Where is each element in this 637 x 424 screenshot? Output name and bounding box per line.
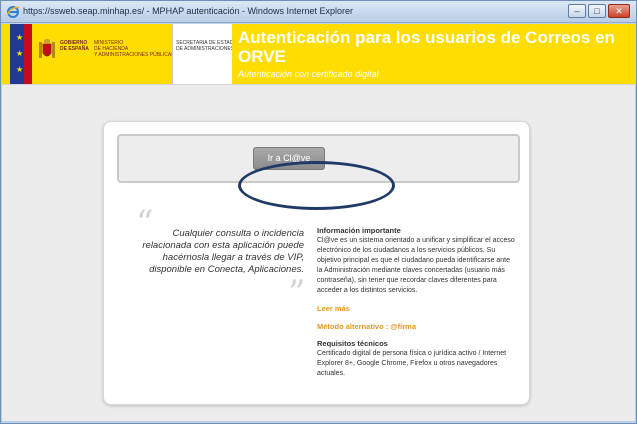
secretaria-label: SECRETARÍA DE ESTADO DE ADMINISTRACIONES xyxy=(176,40,232,52)
support-quote: Cualquier consulta o incidencia relacion… xyxy=(142,228,304,275)
minimize-button[interactable]: – xyxy=(568,4,586,18)
info-body: Cl@ve es un sistema orientado a unificar… xyxy=(317,237,515,294)
title-bar[interactable]: https://ssweb.seap.minhap.es/ - MPHAP au… xyxy=(1,1,636,23)
spain-flag-bar xyxy=(24,24,32,84)
page-title: Autenticación para los usuarios de Corre… xyxy=(238,28,615,66)
internet-explorer-icon xyxy=(6,6,20,18)
requirements-body: Certificado digital de persona física o … xyxy=(317,350,507,377)
close-button[interactable]: ✕ xyxy=(608,4,630,18)
government-logo: GOBIERNO DE ESPAÑA MINISTERIO DE HACIEND… xyxy=(32,24,175,84)
info-panel: Información importante Cl@ve es un siste… xyxy=(317,226,517,379)
eu-flag-strip: ★ ★ ★ xyxy=(10,24,32,84)
login-card: Ir a Cl@ve “ Cualquier consulta o incide… xyxy=(103,121,530,405)
clave-button-panel: Ir a Cl@ve xyxy=(117,134,520,183)
requirements-heading: Requisitos técnicos xyxy=(317,339,388,348)
star-icon: ★ xyxy=(16,65,24,74)
browser-window: https://ssweb.seap.minhap.es/ - MPHAP au… xyxy=(0,0,637,424)
header-divider xyxy=(2,84,635,85)
coat-of-arms-icon xyxy=(39,39,55,58)
window-controls: – □ ✕ xyxy=(568,4,630,18)
alternative-method-link[interactable]: Método alternativo : @firma xyxy=(317,322,517,331)
close-quote-icon: ” xyxy=(288,273,306,313)
page-subtitle: Autenticación con certificado digital xyxy=(238,69,379,79)
page-content: ★ ★ ★ GOBIERNO DE ESPAÑA MINISTERIO DE H… xyxy=(2,24,635,421)
secretaria-logo: SECRETARÍA DE ESTADO DE ADMINISTRACIONES xyxy=(172,24,232,84)
read-more-link[interactable]: Leer más xyxy=(317,304,517,313)
star-icon: ★ xyxy=(16,49,24,58)
info-heading: Información importante xyxy=(317,226,401,235)
gobierno-label: GOBIERNO DE ESPAÑA xyxy=(60,40,89,52)
maximize-button[interactable]: □ xyxy=(588,4,606,18)
window-title: https://ssweb.seap.minhap.es/ - MPHAP au… xyxy=(23,6,353,16)
ministry-label: MINISTERIO DE HACIENDA Y ADMINISTRACIONE… xyxy=(94,40,175,58)
star-icon: ★ xyxy=(16,33,24,42)
clave-login-button[interactable]: Ir a Cl@ve xyxy=(253,147,325,170)
site-header: ★ ★ ★ GOBIERNO DE ESPAÑA MINISTERIO DE H… xyxy=(2,24,635,84)
